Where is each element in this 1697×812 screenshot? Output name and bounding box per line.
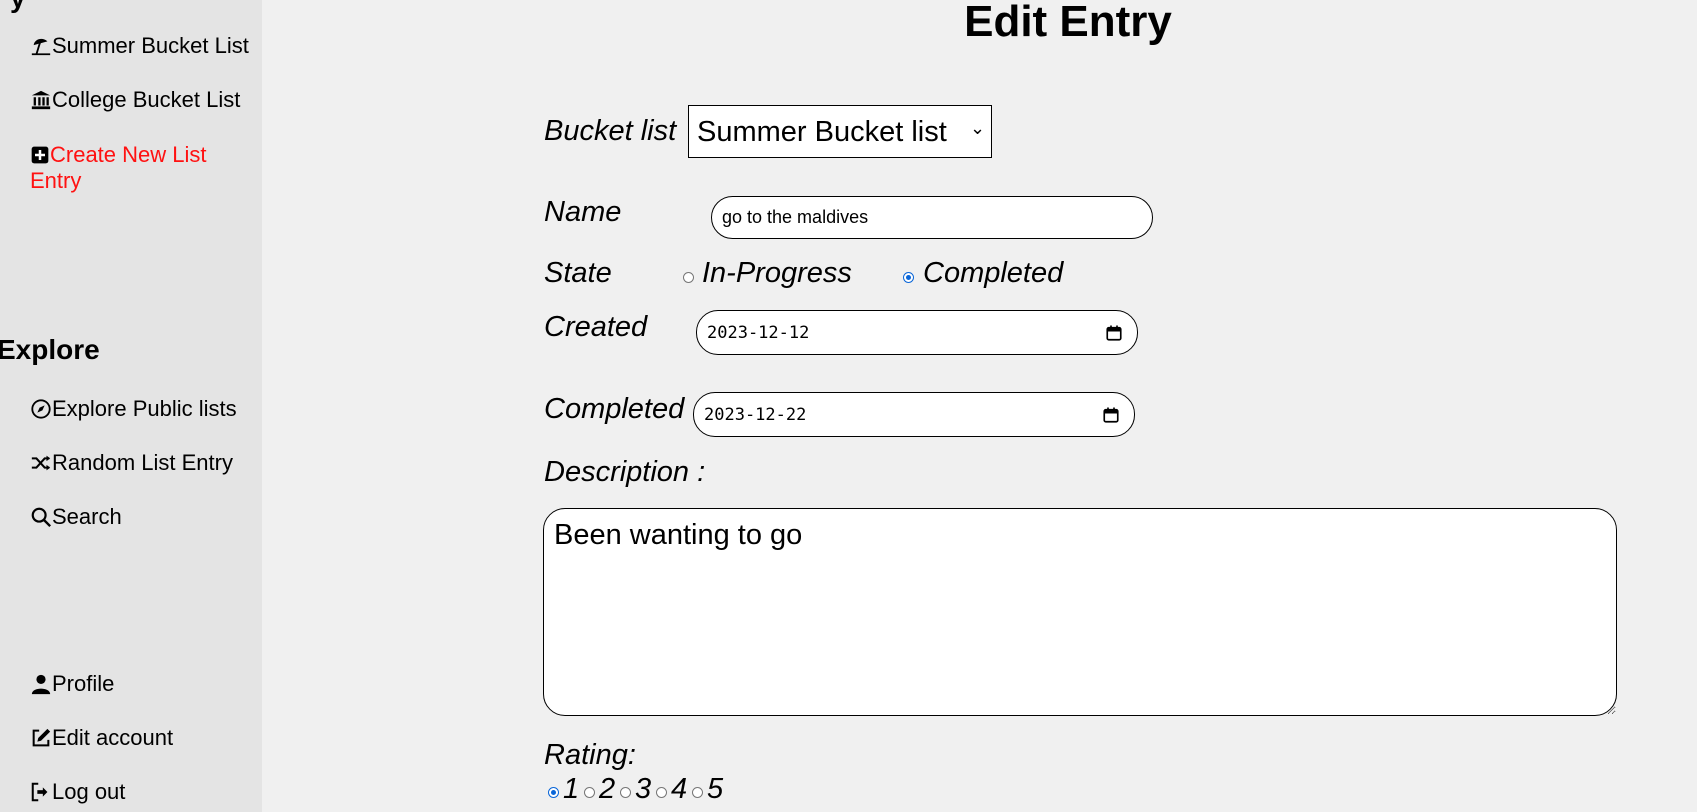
sidebar-item-label: College Bucket List — [52, 87, 241, 112]
rating-option-label: 2 — [599, 773, 616, 805]
calendar-icon[interactable] — [1102, 406, 1120, 424]
sidebar-item-label: Random List Entry — [52, 450, 233, 475]
sidebar-item-label: Explore Public lists — [52, 396, 237, 421]
building-columns-icon — [30, 89, 52, 111]
rating-option-label: 3 — [635, 773, 652, 805]
created-label: Created — [544, 311, 648, 343]
description-label: Description : — [544, 456, 706, 488]
sidebar-heading-cut: y — [10, 0, 26, 14]
rating-radio-4[interactable] — [656, 787, 667, 798]
state-radio-in-progress[interactable] — [683, 272, 694, 283]
completed-label: Completed — [544, 393, 685, 425]
sidebar-item-profile[interactable]: Profile — [30, 671, 260, 697]
plus-square-icon — [30, 145, 50, 165]
rating-label: Rating: — [544, 739, 636, 771]
sidebar-item-label: Summer Bucket List — [52, 33, 249, 58]
state-option-label: Completed — [923, 257, 1064, 289]
name-label: Name — [544, 196, 622, 228]
sidebar-item-random-list-entry[interactable]: Random List Entry — [30, 450, 260, 476]
created-date-input[interactable] — [696, 310, 1138, 355]
state-radio-completed[interactable] — [903, 272, 914, 283]
sidebar-item-summer-bucket-list[interactable]: Summer Bucket List — [30, 33, 260, 59]
page-title: Edit Entry — [964, 0, 1172, 46]
sidebar-item-label: Search — [52, 504, 122, 529]
sidebar-item-explore-public-lists[interactable]: Explore Public lists — [30, 396, 260, 422]
sidebar-item-college-bucket-list[interactable]: College Bucket List — [30, 87, 260, 113]
description-textarea[interactable]: Been wanting to go — [543, 508, 1617, 716]
state-option-label: In-Progress — [702, 257, 852, 289]
sidebar-item-edit-account[interactable]: Edit account — [30, 725, 260, 751]
completed-date-input[interactable] — [693, 392, 1135, 437]
compass-icon — [30, 398, 52, 420]
rating-radio-3[interactable] — [620, 787, 631, 798]
edit-entry-form: Edit Entry Bucket list Summer Bucket lis… — [262, 0, 1697, 812]
rating-radio-5[interactable] — [692, 787, 703, 798]
name-input[interactable] — [711, 196, 1153, 239]
rating-radio-2[interactable] — [584, 787, 595, 798]
rating-option-label: 5 — [707, 773, 724, 805]
shuffle-icon — [30, 452, 52, 474]
sidebar-item-label: Create New List Entry — [30, 142, 207, 193]
edit-icon — [30, 727, 52, 749]
bucket-list-select[interactable]: Summer Bucket list — [688, 105, 992, 158]
sidebar-item-log-out[interactable]: Log out — [30, 779, 260, 805]
state-label: State — [544, 257, 612, 289]
sidebar-item-label: Log out — [52, 779, 126, 804]
explore-heading: Explore — [0, 334, 100, 365]
logout-icon — [30, 781, 52, 803]
sidebar-item-search[interactable]: Search — [30, 504, 260, 530]
search-icon — [30, 506, 52, 528]
rating-option-label: 1 — [563, 773, 580, 805]
calendar-icon[interactable] — [1105, 324, 1123, 342]
user-icon — [30, 673, 52, 695]
rating-radio-1[interactable] — [548, 787, 559, 798]
bucket-list-label: Bucket list — [544, 115, 677, 147]
sidebar-item-label: Profile — [52, 671, 115, 696]
rating-option-label: 4 — [671, 773, 688, 805]
sidebar-item-create-new-list-entry[interactable]: Create New List Entry — [30, 142, 235, 194]
sidebar-item-label: Edit account — [52, 725, 174, 750]
sidebar: y Summer Bucket List College Bucket List… — [0, 0, 262, 812]
umbrella-beach-icon — [30, 35, 52, 57]
